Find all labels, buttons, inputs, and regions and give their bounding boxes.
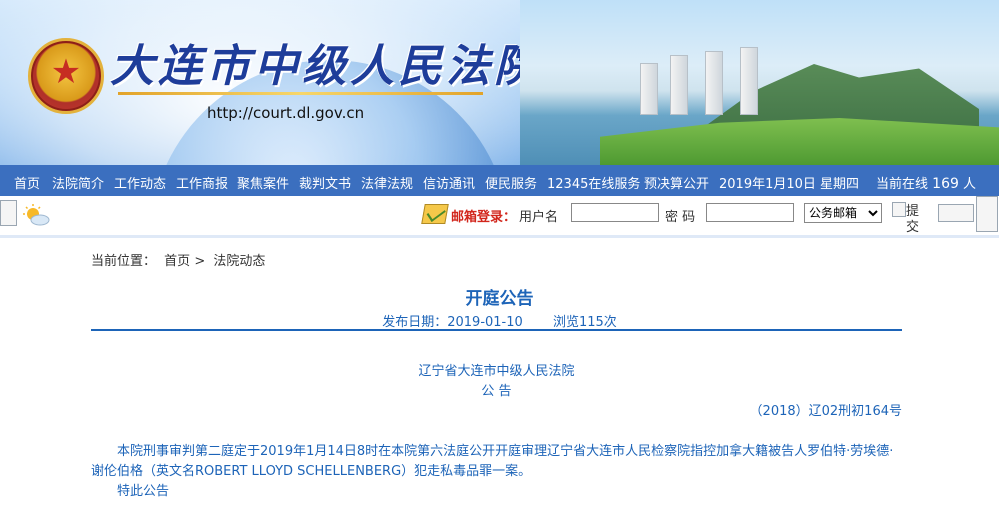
submit-image-icon	[892, 202, 906, 217]
online-unit: 人	[963, 177, 977, 192]
current-date: 2019年1月10日 星期四	[719, 177, 860, 192]
tower-graphic	[740, 47, 758, 115]
park-graphic	[600, 118, 999, 165]
issuing-court: 辽宁省大连市中级人民法院	[418, 364, 575, 379]
notice-heading: 公 告	[481, 384, 512, 399]
weather-sun-icon	[23, 204, 50, 226]
nav-item-services[interactable]: 便民服务	[485, 173, 537, 192]
online-label: 当前在线	[876, 177, 929, 192]
username-label: 用户名	[519, 210, 559, 225]
breadcrumb-home[interactable]: 首页	[164, 254, 190, 269]
online-count: 当前在线 169 人	[876, 173, 976, 192]
mail-login-icon	[421, 204, 449, 224]
nav-item-laws[interactable]: 法律法规	[361, 173, 413, 192]
view-count: 浏览115次	[552, 315, 617, 330]
password-label: 密 码	[665, 210, 696, 225]
online-number: 169	[932, 176, 959, 192]
article-meta: 发布日期：2019-01-10 浏览115次	[0, 311, 999, 330]
title-divider	[91, 329, 902, 331]
banner-image-icon[interactable]	[938, 204, 974, 222]
tower-graphic	[705, 51, 723, 115]
case-number: （2018）辽02刑初164号	[749, 404, 902, 419]
nav-item-focus-cases[interactable]: 聚焦案件	[237, 173, 289, 192]
broken-image-icon	[0, 200, 17, 226]
nav-item-budget[interactable]: 预决算公开	[644, 173, 709, 192]
username-input[interactable]	[571, 203, 659, 222]
nav-item-judgments[interactable]: 裁判文书	[299, 173, 351, 192]
tower-graphic	[640, 63, 658, 115]
breadcrumb-section[interactable]: 法院动态	[213, 254, 265, 269]
title-underline	[118, 92, 483, 95]
notice-body: 本院刑事审判第二庭定于2019年1月14日8时在本院第六法庭公开开庭审理辽宁省大…	[91, 444, 894, 479]
notice-closing: 特此公告	[117, 484, 170, 499]
nav-item-petitions[interactable]: 信访通讯	[423, 173, 475, 192]
city-scene-image	[520, 0, 999, 165]
breadcrumb-prefix: 当前位置：	[91, 254, 157, 269]
main-nav: 首页 法院简介 工作动态 工作商报 聚焦案件 裁判文书 法律法规 信访通讯 便民…	[0, 165, 999, 196]
tower-graphic	[670, 55, 688, 115]
mailbox-type-select[interactable]: 公务邮箱	[804, 203, 882, 223]
mail-login-bar: 邮箱登录： 用户名 密 码 公务邮箱 提交	[0, 196, 999, 238]
nav-item-work-news[interactable]: 工作动态	[114, 173, 166, 192]
site-url: http://court.dl.gov.cn	[207, 104, 365, 122]
breadcrumb: 当前位置： 首页 > 法院动态	[91, 250, 265, 269]
publish-date: 发布日期：2019-01-10	[382, 315, 523, 330]
court-name: 大连市中级人民法院	[110, 41, 542, 92]
nav-item-home[interactable]: 首页	[14, 173, 40, 192]
breadcrumb-separator: >	[194, 254, 206, 269]
broken-image-icon	[976, 196, 998, 232]
site-banner: ★ 大连市中级人民法院 http://court.dl.gov.cn	[0, 0, 999, 165]
nav-item-work-bulletin[interactable]: 工作商报	[176, 173, 228, 192]
nav-item-court-intro[interactable]: 法院简介	[52, 173, 104, 192]
password-input[interactable]	[706, 203, 794, 222]
mail-login-label: 邮箱登录：	[451, 210, 517, 225]
submit-button[interactable]: 提交	[906, 204, 922, 236]
article-title: 开庭公告	[465, 289, 534, 309]
nav-item-12345[interactable]: 12345在线服务	[547, 173, 640, 192]
court-emblem-icon: ★	[28, 38, 104, 114]
